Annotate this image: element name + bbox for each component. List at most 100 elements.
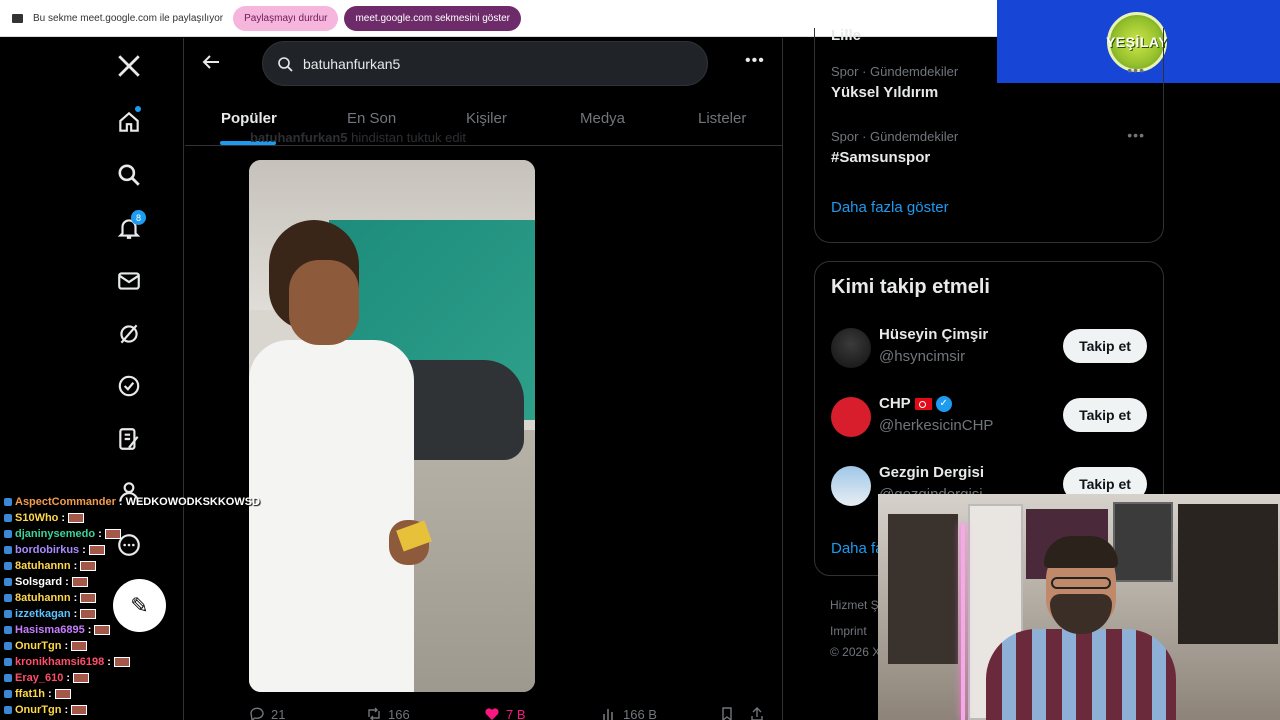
chat-message: djaninysemedo: [4, 526, 121, 542]
chat-username: 8atuhannn [15, 592, 71, 604]
chat-username: Solsgard [15, 576, 63, 588]
chat-text: : [73, 560, 78, 572]
chat-emote-icon [68, 513, 85, 523]
chat-badge-icon [4, 530, 12, 538]
follow-suggestion[interactable]: Hüseyin Çimşir @hsyncimsir Takip et [831, 326, 1151, 374]
stream-chat-overlay: AspectCommander: WEDKOWODKSKKOWSD S10Who:… [4, 494, 304, 720]
chat-emote-icon [94, 625, 111, 635]
chat-text: : [66, 672, 70, 684]
chat-emote-icon [113, 657, 130, 667]
tab-media[interactable]: Medya [580, 110, 625, 127]
chat-badge-icon [4, 626, 12, 634]
chat-username: 8atuhannn [15, 560, 71, 572]
chat-badge-icon [4, 498, 12, 506]
chat-emote-icon [71, 641, 88, 651]
chat-username: izzetkagan [15, 608, 71, 620]
more-options-icon[interactable]: ••• [745, 52, 765, 72]
show-tab-button[interactable]: meet.google.com sekmesini göster [344, 5, 521, 31]
home-unread-dot [135, 106, 141, 112]
chat-emote-icon [54, 689, 71, 699]
chat-text: : [87, 624, 92, 636]
chat-badge-icon [4, 562, 12, 570]
follow-suggestion[interactable]: CHP ✓ @herkesicinCHP Takip et [831, 395, 1151, 443]
tab-latest[interactable]: En Son [347, 110, 396, 127]
webcam-right-shelf [1178, 504, 1278, 644]
avatar[interactable] [831, 466, 871, 506]
screen-share-icon [12, 13, 23, 23]
chat-username: djaninysemedo [15, 528, 96, 540]
scrolled-tweet-user: batuhanfurkan5 [250, 130, 348, 145]
footer-imprint-link[interactable]: Imprint [830, 624, 867, 638]
trend-more-icon[interactable]: ••• [1127, 62, 1145, 78]
chat-message: kronikhamsi6198: [4, 654, 130, 670]
share-icon [751, 707, 763, 720]
tab-popular[interactable]: Popüler [221, 110, 277, 127]
bookmark-icon [722, 707, 732, 720]
follow-user-handle: @hsyncimsir [879, 348, 966, 365]
tab-lists[interactable]: Listeler [698, 110, 746, 127]
bookmark-button[interactable] [719, 706, 735, 720]
trend-category: Spor · Gündemdekiler [831, 64, 959, 79]
share-button[interactable] [749, 706, 765, 720]
webcam-left-shelf [888, 514, 958, 664]
views-button[interactable]: 166 B [601, 706, 657, 720]
home-icon[interactable] [115, 108, 143, 136]
who-to-follow-title: Kimi takip etmeli [831, 276, 990, 298]
back-arrow-icon[interactable] [201, 52, 221, 72]
streamer-webcam [878, 494, 1280, 720]
chat-text: : [98, 528, 102, 540]
chat-message: OnurTgn: [4, 702, 88, 718]
trend-more-icon[interactable]: ••• [1127, 127, 1145, 143]
webcam-streamer-glasses [1051, 577, 1111, 589]
chat-badge-icon [4, 546, 12, 554]
trends-show-more-link[interactable]: Daha fazla göster [831, 199, 949, 216]
chat-username: Hasisma6895 [15, 624, 85, 636]
follow-button[interactable]: Takip et [1063, 329, 1147, 363]
chat-username: OnurTgn [15, 640, 62, 652]
follow-user-name[interactable]: Gezgin Dergisi [879, 464, 984, 481]
trend-title-cut[interactable]: Lille [831, 28, 861, 40]
share-status-text: Bu sekme meet.google.com ile paylaşılıyo… [33, 12, 224, 24]
messages-icon[interactable] [115, 267, 143, 295]
turkey-flag-icon [914, 397, 932, 410]
follow-user-name-text: Hüseyin Çimşir [879, 326, 989, 343]
chat-text: : [61, 512, 66, 524]
chat-badge-icon [4, 610, 12, 618]
trend-title[interactable]: #Samsunspor [831, 149, 930, 166]
chat-emote-icon [73, 673, 89, 683]
stop-sharing-button[interactable]: Paylaşmayı durdur [233, 5, 339, 31]
chat-message: S10Who: [4, 510, 85, 526]
search-icon [278, 56, 293, 72]
retweet-button[interactable]: 166 [366, 706, 410, 720]
chat-text: : [73, 592, 78, 604]
retweet-count: 166 [388, 706, 410, 720]
chat-badge-icon [4, 674, 12, 682]
chat-username: OnurTgn [15, 704, 62, 716]
notifications-badge: 8 [131, 210, 146, 225]
heart-icon [485, 708, 499, 720]
premium-verified-icon[interactable] [115, 372, 143, 400]
avatar[interactable] [831, 328, 871, 368]
chat-username: kronikhamsi6198 [15, 656, 105, 668]
chat-text: : [65, 576, 69, 588]
chat-username: Eray_610 [15, 672, 64, 684]
search-input[interactable] [303, 55, 683, 72]
chat-badge-icon [4, 578, 12, 586]
search-icon[interactable] [115, 161, 143, 189]
webcam-streamer-shirt [986, 629, 1176, 720]
like-button[interactable]: 7 B [484, 706, 526, 720]
scrolled-tweet-body: hindistan tuktuk edit [351, 130, 467, 145]
x-logo-icon[interactable] [115, 52, 143, 80]
chat-message: Eray_610: [4, 670, 89, 686]
follow-button[interactable]: Takip et [1063, 398, 1147, 432]
chp-avatar[interactable] [831, 397, 871, 437]
lists-icon[interactable] [115, 425, 143, 453]
grok-icon[interactable] [115, 320, 143, 348]
scrolled-tweet-text: batuhanfurkan5 hindistan tuktuk edit [250, 130, 466, 145]
trend-title[interactable]: Yüksel Yıldırım [831, 84, 938, 101]
tab-people[interactable]: Kişiler [466, 110, 507, 127]
chat-text: : [73, 608, 78, 620]
follow-user-name[interactable]: Hüseyin Çimşir [879, 326, 988, 343]
search-bar[interactable] [262, 41, 708, 86]
follow-user-name[interactable]: CHP ✓ [879, 395, 952, 412]
